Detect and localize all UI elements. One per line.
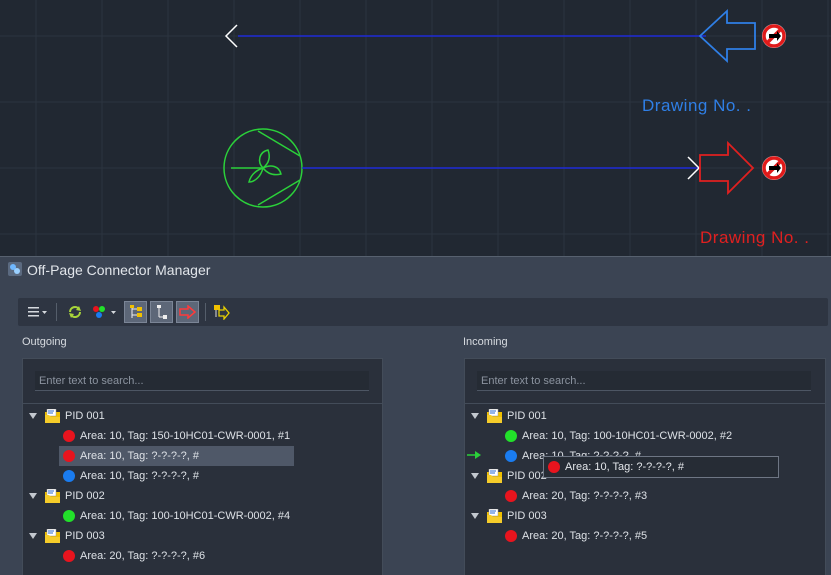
tree-item-label: Area: 10, Tag: ?-?-?-?, # <box>80 470 200 482</box>
tree-item-label: Area: 10, Tag: 100-10HC01-CWR-0002, #2 <box>522 430 733 442</box>
chevron-down-icon[interactable] <box>471 473 479 479</box>
drop-target-arrow-icon <box>467 451 481 459</box>
drawing-folder-icon <box>487 409 502 423</box>
status-dot <box>63 550 75 562</box>
menu-button[interactable] <box>23 301 51 323</box>
no-entry-icon-top <box>762 24 786 48</box>
tree-group-label: PID 003 <box>65 530 105 542</box>
tree-group-1[interactable]: PID 001 <box>471 406 547 426</box>
app-icon <box>8 262 22 276</box>
drawing-grid <box>0 0 831 256</box>
tree-item[interactable]: Area: 10, Tag: 150-10HC01-CWR-0001, #1 <box>59 426 290 446</box>
drawing-folder-icon <box>45 409 60 423</box>
chevron-down-icon[interactable] <box>471 513 479 519</box>
status-dot <box>505 530 517 542</box>
refresh-icon <box>69 306 81 318</box>
chevron-down-icon[interactable] <box>29 533 37 539</box>
status-dot <box>548 461 560 473</box>
drawing-folder-icon <box>487 509 502 523</box>
status-dot <box>63 470 75 482</box>
divider <box>465 403 825 404</box>
collapse-tree-button[interactable] <box>150 301 173 323</box>
expand-tree-button[interactable] <box>124 301 147 323</box>
outgoing-search-input[interactable] <box>35 371 369 391</box>
status-dot <box>63 510 75 522</box>
panel-title: Off-Page Connector Manager <box>27 262 211 278</box>
tree-item[interactable]: Area: 10, Tag: 100-10HC01-CWR-0002, #4 <box>59 506 290 526</box>
incoming-label: Incoming <box>463 336 508 348</box>
go-to-button[interactable] <box>210 301 232 323</box>
incoming-search-input[interactable] <box>477 371 811 391</box>
chevron-down-icon[interactable] <box>29 493 37 499</box>
status-dot <box>63 450 75 462</box>
tree-group-2[interactable]: PID 002 <box>29 486 105 506</box>
go-to-icon <box>214 305 230 320</box>
connector-manager-panel: Off-Page Connector Manager Outgoing Inco… <box>0 256 831 575</box>
panel-titlebar[interactable]: Off-Page Connector Manager <box>0 257 831 283</box>
tree-group-label: PID 001 <box>65 410 105 422</box>
divider <box>23 403 382 404</box>
connector-toggle-button[interactable] <box>176 301 199 323</box>
tree-group-3[interactable]: PID 003 <box>471 506 547 526</box>
tree-group-2[interactable]: PID 002 <box>471 466 547 486</box>
drawing-canvas[interactable]: Drawing No. . Drawing No. . <box>0 0 831 256</box>
status-dot <box>505 450 517 462</box>
no-entry-icon-bottom <box>762 156 786 180</box>
drawing-folder-icon <box>487 469 502 483</box>
toolbar-separator <box>205 303 206 321</box>
color-filter-button[interactable] <box>90 301 120 323</box>
drawing-label-bottom[interactable]: Drawing No. . <box>700 228 809 248</box>
tree-group-label: PID 001 <box>507 410 547 422</box>
status-dot <box>505 490 517 502</box>
tree-item-label: Area: 20, Tag: ?-?-?-?, #3 <box>522 490 648 502</box>
connector-arrow-icon <box>178 305 196 319</box>
tree-group-label: PID 003 <box>507 510 547 522</box>
menu-icon <box>28 307 47 317</box>
drawing-svg <box>0 0 831 256</box>
tree-item-label: Area: 10, Tag: ?-?-?-?, # <box>80 450 200 462</box>
tree-item[interactable]: Area: 10, Tag: ?-?-?-?, # <box>59 446 294 466</box>
tree-item-label: Area: 20, Tag: ?-?-?-?, #5 <box>522 530 648 542</box>
toolbar-separator <box>56 303 57 321</box>
chevron-down-icon[interactable] <box>471 413 479 419</box>
tree-item[interactable]: Area: 10, Tag: 100-10HC01-CWR-0002, #2 <box>501 426 732 446</box>
drag-ghost-label: Area: 10, Tag: ?-?-?-?, # <box>565 461 685 473</box>
drawing-folder-icon <box>45 489 60 503</box>
tree-collapse-icon <box>156 305 167 319</box>
tree-item-label: Area: 10, Tag: 150-10HC01-CWR-0001, #1 <box>80 430 291 442</box>
tree-group-label: PID 002 <box>507 470 547 482</box>
drag-ghost-item: Area: 10, Tag: ?-?-?-?, # <box>543 456 779 478</box>
toolbar <box>18 298 828 326</box>
status-dot <box>505 430 517 442</box>
tree-item-label: Area: 20, Tag: ?-?-?-?, #6 <box>80 550 206 562</box>
tree-group-1[interactable]: PID 001 <box>29 406 105 426</box>
status-dot <box>63 430 75 442</box>
tree-group-label: PID 002 <box>65 490 105 502</box>
chevron-down-icon[interactable] <box>29 413 37 419</box>
tree-item[interactable]: Area: 20, Tag: ?-?-?-?, #3 <box>501 486 647 506</box>
drawing-label-top[interactable]: Drawing No. . <box>642 96 751 116</box>
color-dots-icon <box>93 306 116 318</box>
outgoing-pane: PID 001 Area: 10, Tag: 150-10HC01-CWR-000… <box>22 358 383 575</box>
outgoing-label: Outgoing <box>22 336 67 348</box>
tree-item[interactable]: Area: 10, Tag: ?-?-?-?, # <box>59 466 199 486</box>
drawing-folder-icon <box>45 529 60 543</box>
refresh-button[interactable] <box>64 301 86 323</box>
tree-group-3[interactable]: PID 003 <box>29 526 105 546</box>
tree-item[interactable]: Area: 20, Tag: ?-?-?-?, #6 <box>59 546 205 566</box>
tree-item-label: Area: 10, Tag: 100-10HC01-CWR-0002, #4 <box>80 510 291 522</box>
tree-item[interactable]: Area: 20, Tag: ?-?-?-?, #5 <box>501 526 647 546</box>
tree-expand-icon <box>129 305 142 318</box>
